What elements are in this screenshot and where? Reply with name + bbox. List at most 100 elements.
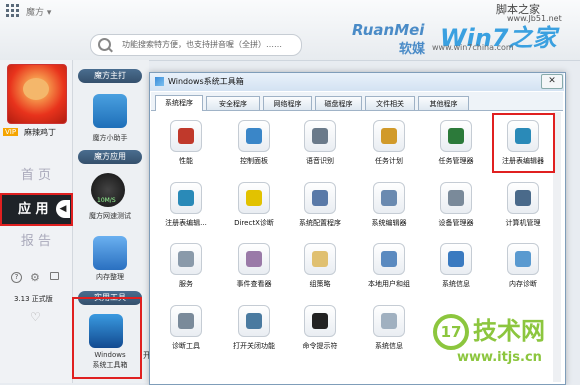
tool-icon-14[interactable] [238, 243, 270, 275]
section-apps: 魔方应用 [78, 150, 142, 164]
watermark-top-url: www.Jb51.net [507, 14, 562, 23]
lock-icon[interactable] [50, 272, 59, 280]
tab-6[interactable]: 其他程序 [418, 96, 469, 110]
tool-label[interactable]: DirectX诊断 [223, 218, 285, 228]
tool-label[interactable]: 语音识别 [289, 156, 351, 166]
tool-glyph-icon [448, 190, 464, 206]
tool-glyph-icon [515, 251, 531, 267]
tool-glyph-icon [448, 251, 464, 267]
tool-icon-20[interactable] [238, 305, 270, 337]
watermark-url: www.itjs.cn [457, 350, 542, 365]
tool-icon-18[interactable] [507, 243, 539, 275]
tool-icon-11[interactable] [440, 182, 472, 214]
username[interactable]: 麻辣鸡丁 [24, 127, 56, 138]
tool-glyph-icon [381, 128, 397, 144]
tool-glyph-icon [178, 128, 194, 144]
memory-icon[interactable] [93, 236, 127, 270]
tool-label[interactable]: 系统编辑器 [358, 218, 420, 228]
tool-label[interactable]: 诊断工具 [155, 341, 217, 351]
tool-glyph-icon [312, 313, 328, 329]
tool-label[interactable]: 设备管理器 [425, 218, 487, 228]
tool-label[interactable]: 控制面板 [223, 156, 285, 166]
tool-glyph-icon [448, 128, 464, 144]
tool-label[interactable]: 事件查看器 [223, 279, 285, 289]
tool-icon-7[interactable] [170, 182, 202, 214]
item-speedtest[interactable]: 魔方网速测试 [72, 211, 148, 221]
tool-glyph-icon [312, 128, 328, 144]
heart-icon[interactable]: ♡ [30, 310, 41, 324]
nav-report[interactable]: 报 告 [0, 232, 72, 252]
tool-icon-9[interactable] [304, 182, 336, 214]
tool-icon-8[interactable] [238, 182, 270, 214]
tool-label[interactable]: 本地用户和组 [358, 279, 420, 289]
tool-glyph-icon [178, 313, 194, 329]
gear-icon[interactable]: ⚙ [30, 271, 40, 284]
tab-4[interactable]: 磁盘程序 [315, 96, 362, 110]
highlight-box-toolbox [72, 297, 142, 379]
tool-icon-3[interactable] [304, 120, 336, 152]
tool-icon-16[interactable] [373, 243, 405, 275]
tool-icon-4[interactable] [373, 120, 405, 152]
search-icon [98, 38, 111, 51]
tool-icon-19[interactable] [170, 305, 202, 337]
tool-label[interactable]: 系统信息 [358, 341, 420, 351]
tool-label[interactable]: 系统信息 [425, 279, 487, 289]
avatar-face [23, 78, 49, 100]
tool-label[interactable]: 注册表编辑... [155, 218, 217, 228]
vip-badge: VIP [3, 128, 19, 136]
tool-label[interactable]: 打开关闭功能 [223, 341, 285, 351]
watermark-brand: 技术网 [473, 317, 545, 345]
windows-icon [155, 77, 164, 86]
tab-1[interactable]: 系统程序 [155, 95, 203, 111]
dialog-title: Windows系统工具箱 [168, 77, 244, 86]
tool-label[interactable]: 任务管理器 [425, 156, 487, 166]
tool-glyph-icon [381, 190, 397, 206]
tool-glyph-icon [178, 251, 194, 267]
tool-icon-1[interactable] [170, 120, 202, 152]
tool-glyph-icon [246, 128, 262, 144]
tool-icon-17[interactable] [440, 243, 472, 275]
tool-icon-12[interactable] [507, 182, 539, 214]
tool-label[interactable]: 命令提示符 [289, 341, 351, 351]
tool-label[interactable]: 系统配置程序 [289, 218, 351, 228]
tool-label[interactable]: 性能 [155, 156, 217, 166]
tool-icon-5[interactable] [440, 120, 472, 152]
version-label: 3.13 正式版 [14, 295, 53, 303]
tool-label[interactable]: 组策略 [289, 279, 351, 289]
tool-icon-15[interactable] [304, 243, 336, 275]
nav-home[interactable]: 首 页 [0, 166, 72, 186]
help-icon[interactable]: ? [11, 272, 22, 283]
highlight-box-regedit [492, 113, 555, 173]
tool-label[interactable]: 服务 [155, 279, 217, 289]
tool-glyph-icon [246, 251, 262, 267]
brand-url: www.win7china.com [432, 43, 514, 52]
tool-icon-13[interactable] [170, 243, 202, 275]
tool-label[interactable]: 计算机管理 [492, 218, 554, 228]
tab-5[interactable]: 文件相关 [365, 96, 415, 110]
assistant-icon[interactable] [93, 94, 127, 128]
tool-icon-10[interactable] [373, 182, 405, 214]
tool-label[interactable]: 任务计划 [358, 156, 420, 166]
app-grid-icon[interactable] [6, 4, 20, 18]
tool-icon-2[interactable] [238, 120, 270, 152]
tool-glyph-icon [381, 251, 397, 267]
close-button[interactable]: ✕ [541, 74, 563, 89]
tool-icon-21[interactable] [304, 305, 336, 337]
item-assistant[interactable]: 魔方小助手 [72, 133, 148, 143]
tool-icon-22[interactable] [373, 305, 405, 337]
speedtest-badge: 10M/S [97, 197, 116, 204]
brand-logo-ruanmei-cn: 软媒 [399, 42, 426, 57]
tab-3[interactable]: 网络程序 [263, 96, 312, 110]
tool-glyph-icon [246, 190, 262, 206]
tool-glyph-icon [312, 251, 328, 267]
tool-label[interactable]: 内存诊断 [492, 279, 554, 289]
item-memory[interactable]: 内存整理 [72, 272, 148, 282]
app-title[interactable]: 魔方 ▾ [26, 5, 51, 18]
tool-glyph-icon [515, 190, 531, 206]
watermark-logo: 17 [433, 314, 469, 350]
tab-2[interactable]: 安全程序 [206, 96, 260, 110]
search-placeholder: 功能搜索特方便，也支持拼音喔（全拼）…… [122, 40, 282, 49]
tool-glyph-icon [178, 190, 194, 206]
tool-glyph-icon [312, 190, 328, 206]
tool-glyph-icon [246, 313, 262, 329]
